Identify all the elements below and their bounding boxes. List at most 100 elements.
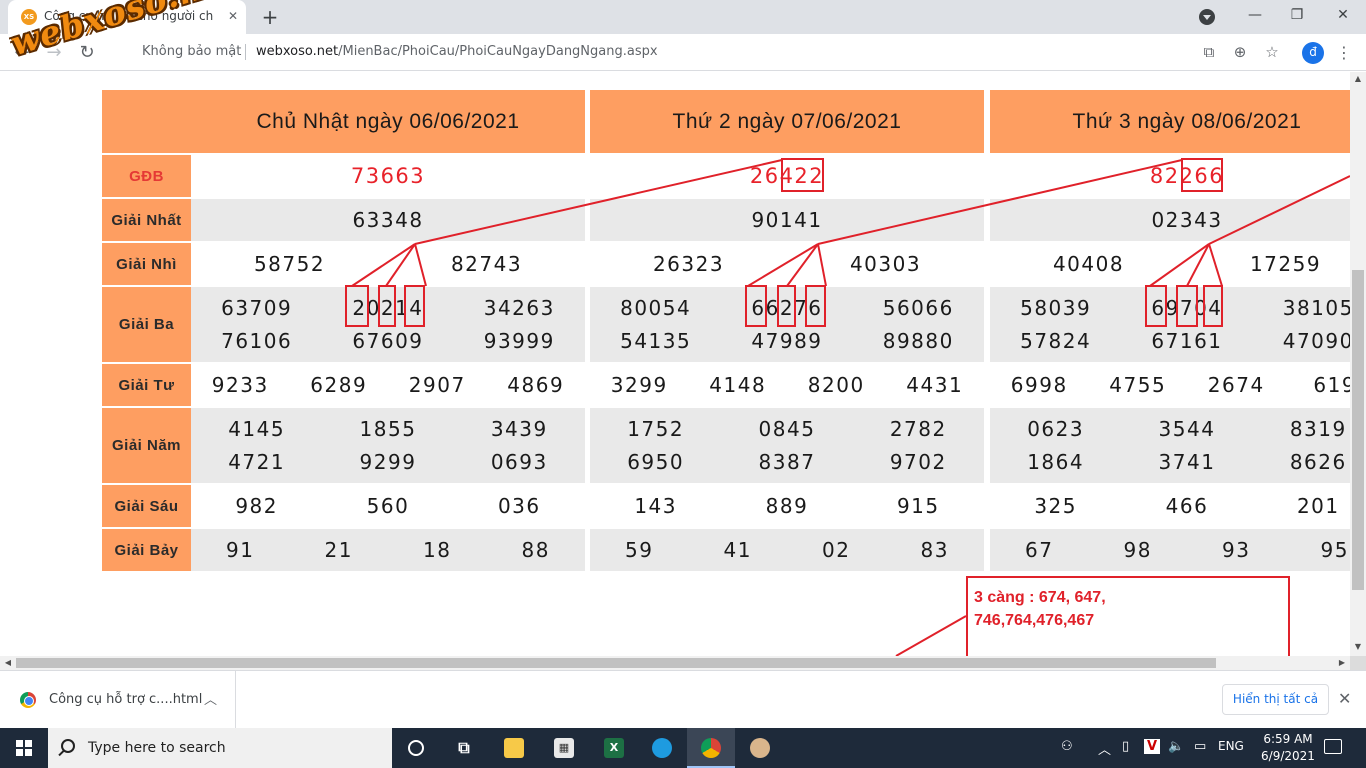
- tu-value: 3299: [610, 373, 668, 397]
- ba-value: 69704: [1151, 296, 1223, 320]
- ba-value: 57824: [1020, 329, 1092, 353]
- ba-value: 63709: [221, 296, 293, 320]
- taskbar-search[interactable]: Type here to search: [48, 728, 392, 768]
- ba-value: 66276: [751, 296, 823, 320]
- bay-value: 67: [1025, 538, 1054, 562]
- show-hidden-icons-icon[interactable]: ︿: [1098, 739, 1111, 758]
- label-giai-nhi: Giải Nhì: [102, 243, 191, 287]
- annotation-note: 3 càng : 674, 647, 746,764,476,467: [966, 576, 1290, 656]
- gdb-value: 82266: [1149, 164, 1225, 188]
- profile-avatar[interactable]: đ: [1302, 42, 1324, 64]
- ba-value: 56066: [882, 296, 954, 320]
- scroll-left-icon[interactable]: ◀: [0, 658, 16, 667]
- zoom-icon[interactable]: ⊕: [1230, 42, 1250, 62]
- bay-value: 83: [920, 538, 949, 562]
- volume-icon[interactable]: 🔈: [1168, 739, 1184, 754]
- task-view-icon: ⧉: [458, 738, 470, 757]
- insecure-label[interactable]: Không bảo mật: [142, 44, 241, 59]
- task-view-app[interactable]: ⧉: [440, 728, 488, 768]
- scroll-right-icon[interactable]: ▶: [1334, 658, 1350, 667]
- ba-value: 93999: [483, 329, 555, 353]
- download-item[interactable]: Công cụ hỗ trợ c....html ︿: [0, 671, 236, 729]
- notification-icon[interactable]: [1324, 739, 1342, 754]
- tu-value: 6998: [1010, 373, 1068, 397]
- nam-value: 9299: [359, 450, 417, 474]
- horizontal-scrollbar[interactable]: ◀ ▶: [0, 656, 1350, 670]
- gdb-row: 73663: [191, 155, 585, 199]
- day-column: Thứ 2 ngày 07/06/2021 26422 90141 26323 4…: [590, 90, 984, 573]
- chrome-app[interactable]: [687, 728, 735, 768]
- address-bar[interactable]: webxoso.net/MienBac/PhoiCau/PhoiCauNgayD…: [256, 44, 658, 59]
- label-header-blank: [102, 90, 191, 155]
- edge-icon: [652, 738, 672, 758]
- edge-app[interactable]: [638, 728, 686, 768]
- vertical-scroll-thumb[interactable]: [1352, 270, 1364, 590]
- gdb-value: 26422: [749, 164, 825, 188]
- label-giai-nam: Giải Năm: [102, 408, 191, 485]
- label-gdb: GĐB: [102, 155, 191, 199]
- nam-value: 0693: [490, 450, 548, 474]
- store-app[interactable]: ▦: [540, 728, 588, 768]
- device-icon[interactable]: ▯: [1122, 739, 1129, 754]
- cortana-app[interactable]: [392, 728, 440, 768]
- chevron-up-icon[interactable]: ︿: [204, 689, 217, 708]
- search-icon: [61, 739, 75, 753]
- label-giai-bay: Giải Bảy: [102, 529, 191, 573]
- tab-search-icon[interactable]: [1199, 9, 1215, 25]
- sau-value: 889: [765, 494, 809, 518]
- file-explorer-app[interactable]: [490, 728, 538, 768]
- close-tab-icon[interactable]: ✕: [224, 7, 242, 25]
- people-icon[interactable]: ⚇: [1061, 739, 1073, 754]
- excel-app[interactable]: X: [590, 728, 638, 768]
- sau-value: 982: [235, 494, 278, 518]
- unikey-v-icon[interactable]: V: [1144, 739, 1160, 754]
- bookmark-star-icon[interactable]: ☆: [1262, 42, 1282, 62]
- ba-value: 80054: [620, 296, 692, 320]
- system-clock[interactable]: 6:59 AM 6/9/2021: [1258, 731, 1318, 765]
- horizontal-scroll-thumb[interactable]: [16, 658, 1216, 668]
- close-window-button[interactable]: ✕: [1320, 0, 1366, 30]
- nam-value: 8387: [758, 450, 816, 474]
- clock-date: 6/9/2021: [1261, 749, 1315, 763]
- gdb-row: 82266: [990, 155, 1350, 199]
- nhi-value: 40408: [1052, 252, 1125, 276]
- nhi-row: 58752 82743: [191, 243, 585, 287]
- ba-row: 63709 20214 34263 76106 67609 93999: [191, 287, 585, 364]
- vertical-scrollbar[interactable]: ▲ ▼: [1350, 72, 1366, 656]
- new-tab-button[interactable]: +: [258, 5, 282, 29]
- bay-value: 95: [1320, 538, 1349, 562]
- tu-value: 2907: [408, 373, 466, 397]
- minimize-button[interactable]: —: [1232, 0, 1278, 30]
- windows-taskbar: Type here to search ⧉ ▦ X ⚇ ︿ ▯ V 🔈 ▭ EN…: [0, 728, 1366, 768]
- tu-value: 4755: [1109, 373, 1167, 397]
- menu-icon[interactable]: ⋮: [1336, 42, 1352, 64]
- network-icon[interactable]: ▭: [1194, 739, 1206, 754]
- scroll-up-icon[interactable]: ▲: [1350, 74, 1366, 83]
- ba-value: 38105: [1282, 296, 1350, 320]
- scroll-down-icon[interactable]: ▼: [1350, 642, 1366, 651]
- popup-blocked-icon[interactable]: ⧉: [1199, 42, 1219, 62]
- prize-label-column: GĐB Giải Nhất Giải Nhì Giải Ba Giải Tư G…: [102, 90, 191, 573]
- restore-button[interactable]: ❐: [1274, 0, 1320, 30]
- excel-icon: X: [604, 738, 624, 758]
- tu-value: 8200: [807, 373, 865, 397]
- language-indicator[interactable]: ENG: [1218, 739, 1244, 753]
- paint-app[interactable]: [736, 728, 784, 768]
- nam-value: 8319: [1289, 417, 1347, 441]
- ba-value: 76106: [221, 329, 293, 353]
- nhat-value: 63348: [352, 208, 424, 232]
- gdb-value: 73663: [350, 164, 426, 188]
- sau-value: 325: [1034, 494, 1077, 518]
- sau-value: 466: [1165, 494, 1209, 518]
- windows-start-icon[interactable]: [16, 740, 32, 756]
- sau-row: 143 889 915: [590, 485, 984, 529]
- folder-icon: [504, 738, 524, 758]
- bay-row: 59 41 02 83: [590, 529, 984, 573]
- show-all-button[interactable]: Hiển thị tất cả: [1222, 684, 1329, 715]
- nam-value: 3439: [490, 417, 548, 441]
- day-column: Thứ 3 ngày 08/06/2021 82266 02343 40408 1…: [990, 90, 1350, 573]
- page-content: GĐB Giải Nhất Giải Nhì Giải Ba Giải Tư G…: [0, 72, 1350, 656]
- nam-value: 3741: [1158, 450, 1216, 474]
- bay-value: 59: [625, 538, 654, 562]
- close-download-bar-icon[interactable]: ✕: [1338, 689, 1351, 708]
